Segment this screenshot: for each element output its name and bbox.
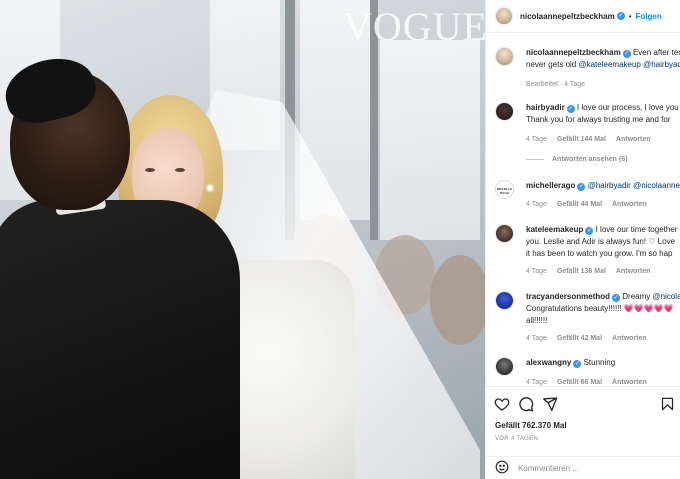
post-sidebar: nicolaannepeltzbeckham ✓ • Folgen nicola…: [485, 0, 680, 479]
comment-time: 4 Tage: [526, 268, 547, 275]
comment-icon[interactable]: [518, 396, 534, 412]
comment-item: MICHELLE RAGO michellerago ✓ @hairbyadir …: [495, 180, 680, 199]
vogue-watermark: VOGUE: [343, 4, 485, 49]
comment-username[interactable]: tracyandersonmethod: [526, 292, 610, 301]
commenter-avatar[interactable]: MICHELLE RAGO: [495, 180, 514, 199]
comment-likes[interactable]: Gefällt 66 Mal: [557, 379, 602, 386]
comment-text: I love our process, I love you: [576, 103, 679, 112]
comment-text: Dreamy: [622, 292, 653, 301]
author-avatar[interactable]: [495, 47, 514, 66]
emoji-icon[interactable]: [495, 460, 509, 476]
bride-eye: [145, 168, 155, 172]
reply-button[interactable]: Antworten: [616, 268, 651, 275]
comment-meta: 4 Tage Gefällt 42 Mal Antworten: [526, 335, 657, 342]
commenter-avatar[interactable]: [495, 291, 514, 310]
reply-button[interactable]: Antworten: [616, 136, 651, 143]
mention-link[interactable]: @nicolaanne: [633, 181, 680, 190]
reply-button[interactable]: Antworten: [612, 379, 647, 386]
verified-badge-icon: ✓: [585, 227, 594, 235]
caption: nicolaannepeltzbeckham ✓ Even after ten n…: [495, 47, 680, 71]
post-timestamp[interactable]: VOR 4 TAGEN: [495, 436, 538, 442]
follow-button[interactable]: Folgen: [636, 12, 662, 21]
verified-badge-icon: ✓: [612, 294, 621, 302]
post-photo[interactable]: VOGUE: [0, 0, 485, 479]
comment-username[interactable]: michellerago: [526, 181, 575, 190]
comment-item: hairbyadir ✓ I love our process, I love y…: [495, 102, 680, 126]
groom-suit: [0, 200, 240, 479]
comment-time: 4 Tage: [526, 379, 547, 386]
comment-text-line2: Congratulations beauty!!!!!!: [526, 304, 624, 313]
share-icon[interactable]: [542, 396, 558, 412]
comment-meta: 4 Tage Gefällt 144 Mal Antworten: [526, 136, 661, 143]
comment-time: 4 Tage: [526, 335, 547, 342]
post-header: nicolaannepeltzbeckham ✓ • Folgen: [486, 0, 680, 33]
bride-eye: [175, 168, 185, 172]
comment-input[interactable]: Kommentieren ...: [518, 464, 579, 473]
comment-item: kateleemakeup ✓ I love our time together …: [495, 224, 680, 260]
comment-time: 4 Tage: [526, 201, 547, 208]
commenter-avatar[interactable]: [495, 224, 514, 243]
likes-count[interactable]: Gefällt 762.370 Mal: [495, 421, 567, 430]
comment-text: I love our time together: [595, 225, 678, 234]
verified-badge-icon: ✓: [622, 50, 631, 58]
mention-link[interactable]: @hairbyadir: [588, 181, 631, 190]
verified-badge-icon: ✓: [566, 105, 575, 113]
reply-button[interactable]: Antworten: [612, 201, 647, 208]
post-actions: Gefällt 762.370 Mal VOR 4 TAGEN: [486, 386, 680, 456]
verified-badge-icon: ✓: [577, 183, 586, 191]
comment-text-line2: Thank you for always trusting me and for: [526, 115, 671, 124]
action-icons: [494, 396, 558, 412]
author-avatar[interactable]: [495, 7, 513, 25]
caption-meta: Bearbeitet · 4 Tage: [526, 81, 595, 88]
avatar-logo-text: MICHELLE RAGO: [496, 187, 513, 195]
comment-text: Stunning: [583, 358, 616, 367]
comment-likes[interactable]: Gefällt 136 Mal: [557, 268, 606, 275]
heart-emojis: 💗💗💗💗💗: [623, 304, 674, 313]
comment-likes[interactable]: Gefällt 44 Mal: [557, 201, 602, 208]
comment-meta: 4 Tage Gefällt 66 Mal Antworten: [526, 379, 657, 386]
comment-likes[interactable]: Gefällt 42 Mal: [557, 335, 602, 342]
reply-button[interactable]: Antworten: [612, 335, 647, 342]
mention-link[interactable]: @nicola: [653, 292, 680, 301]
mention-link[interactable]: @kateleemakeup: [578, 60, 640, 69]
comment-text-line3: all!!!!!!: [526, 316, 548, 325]
commenter-avatar[interactable]: [495, 102, 514, 121]
caption-text: Even after ten: [632, 48, 680, 57]
comment-username[interactable]: hairbyadir: [526, 103, 565, 112]
separator-dot: •: [628, 11, 632, 21]
verified-badge-icon: ✓: [616, 12, 625, 20]
guest-silhouette: [430, 255, 485, 345]
verified-badge-icon: ✓: [573, 360, 582, 368]
comment-item: alexwangny ✓ Stunning: [495, 357, 680, 376]
comment-text-line2: you. Leslie and Adir is always fun! ♡ Lo…: [526, 237, 676, 246]
comment-time: 4 Tage: [526, 136, 547, 143]
view-replies-label: Antworten ansehen (6): [552, 156, 628, 163]
caption-text-line2: never gets old: [526, 60, 579, 69]
caption-edited-time: Bearbeitet · 4 Tage: [526, 81, 586, 88]
comment-likes[interactable]: Gefällt 144 Mal: [557, 136, 606, 143]
comment-meta: 4 Tage Gefällt 44 Mal Antworten: [526, 201, 657, 208]
bookmark-icon[interactable]: [660, 396, 675, 414]
background-window: [380, 40, 480, 240]
add-comment-bar: Kommentieren ...: [486, 456, 680, 479]
earring: [207, 185, 213, 191]
author-username[interactable]: nicolaannepeltzbeckham: [520, 12, 615, 21]
comment-text-line3: it has been to watch you grow. I'm so ha…: [526, 249, 673, 258]
comment-item: tracyandersonmethod ✓ Dreamy @nicola Cong…: [495, 291, 680, 327]
heart-icon[interactable]: [494, 396, 510, 412]
comments-list[interactable]: nicolaannepeltzbeckham ✓ Even after ten n…: [486, 34, 680, 386]
comment-meta: 4 Tage Gefällt 136 Mal Antworten: [526, 268, 661, 275]
view-replies-button[interactable]: Antworten ansehen (6): [526, 156, 627, 163]
replies-divider: [526, 158, 544, 160]
comment-username[interactable]: kateleemakeup: [526, 225, 583, 234]
mention-link[interactable]: @hairbyadi: [643, 60, 680, 69]
commenter-avatar[interactable]: [495, 357, 514, 376]
caption-username[interactable]: nicolaannepeltzbeckham: [526, 48, 621, 57]
comment-username[interactable]: alexwangny: [526, 358, 571, 367]
